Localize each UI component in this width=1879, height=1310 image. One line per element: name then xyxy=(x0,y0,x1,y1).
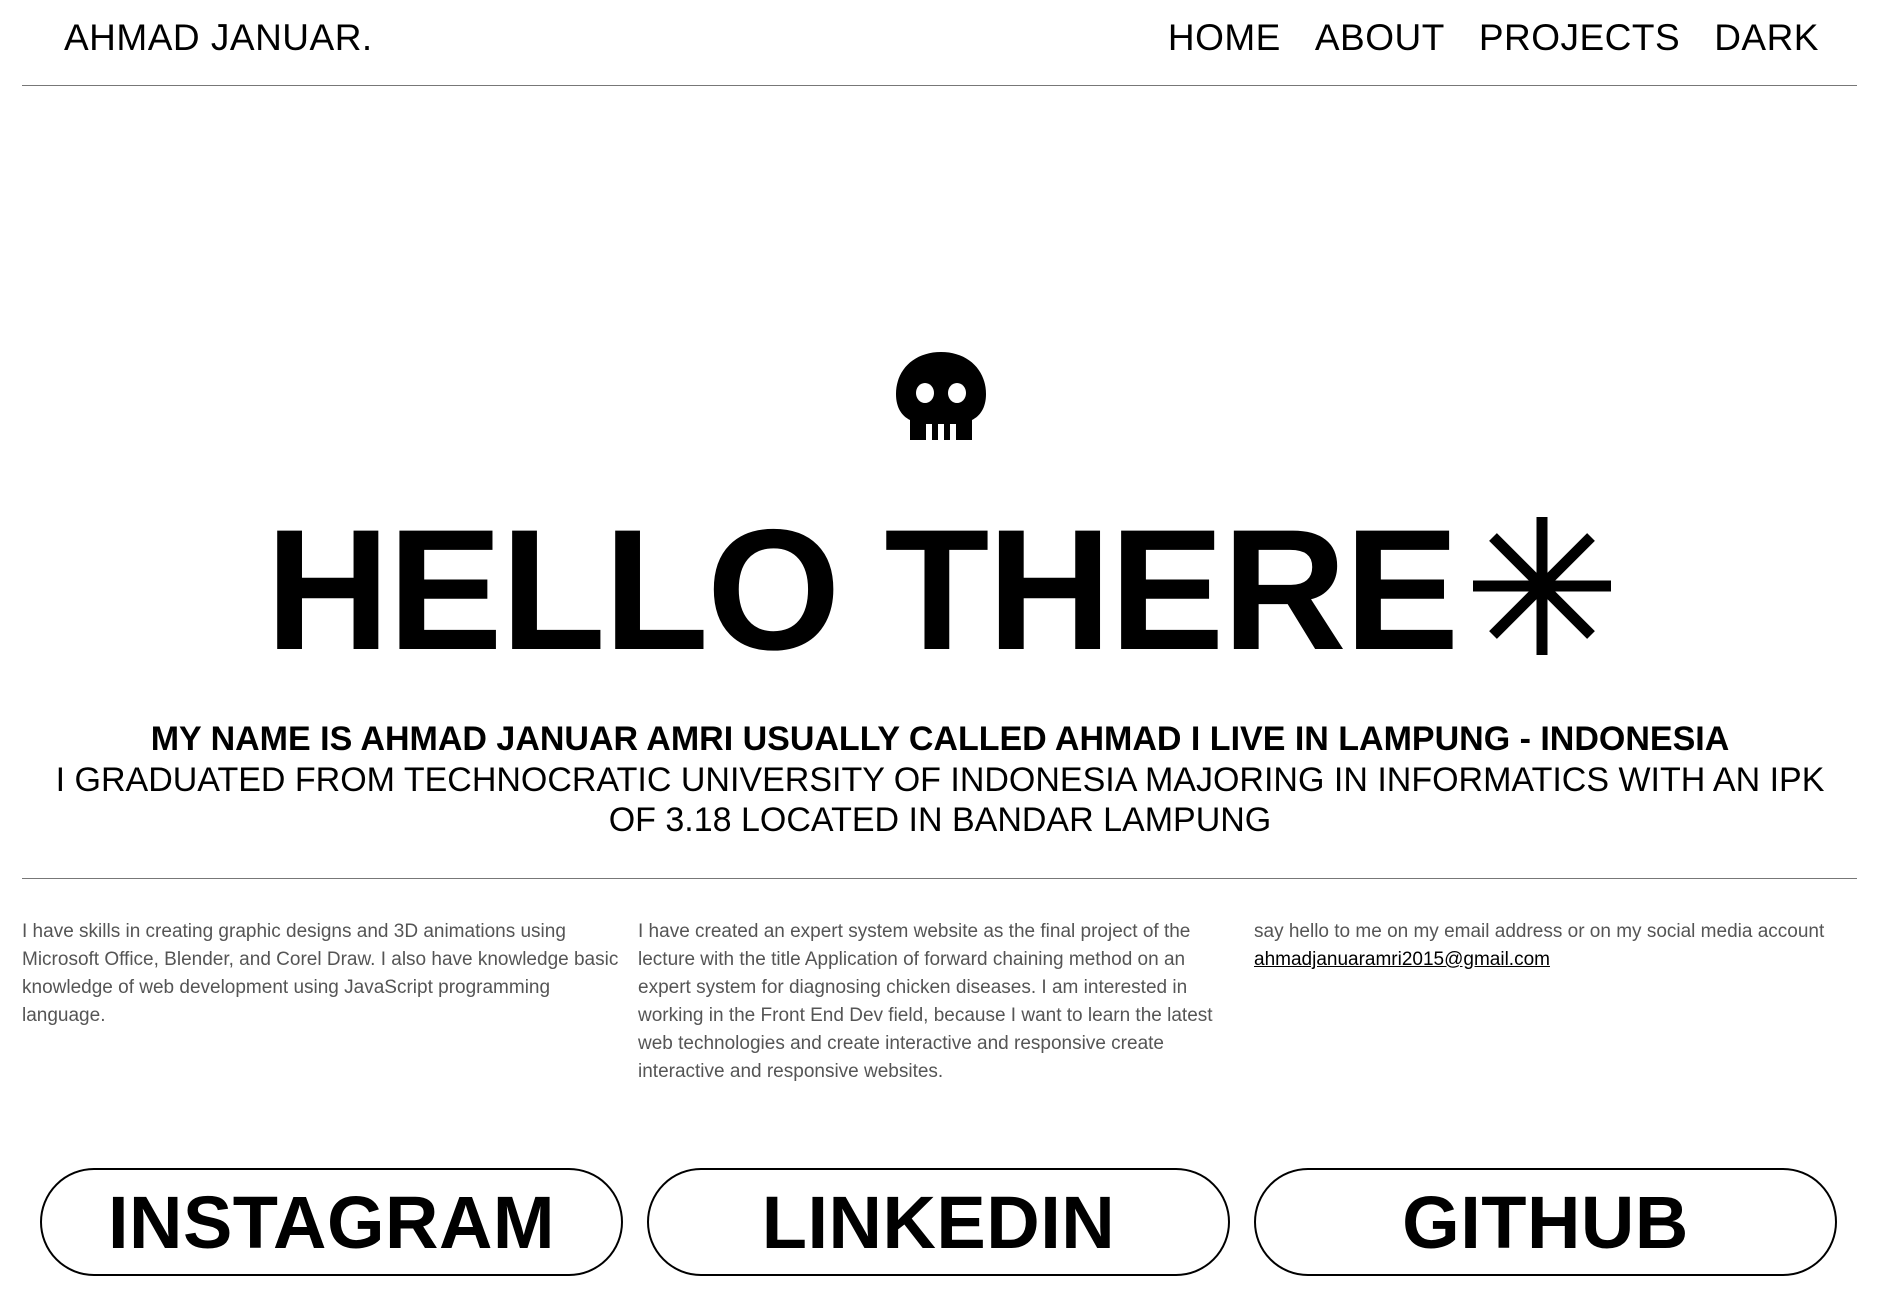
intro-name-line: MY NAME IS AHMAD JANUAR AMRI USUALLY CAL… xyxy=(150,720,1730,758)
brand-logo[interactable]: AHMAD JANUAR. xyxy=(64,17,373,59)
intro-education-line: I GRADUATED FROM TECHNOCRATIC UNIVERSITY… xyxy=(55,761,1825,839)
skills-paragraph: I have skills in creating graphic design… xyxy=(22,921,619,1026)
hero-title: HELLO THERE xyxy=(0,500,1879,680)
section-divider xyxy=(22,878,1857,879)
nav-projects-link[interactable]: PROJECTS xyxy=(1479,17,1680,59)
project-paragraph: I have created an expert system website … xyxy=(638,921,1213,1082)
github-button[interactable]: GITHUB xyxy=(1254,1168,1837,1276)
asterisk-icon xyxy=(1473,517,1612,655)
nav-about-link[interactable]: ABOUT xyxy=(1315,17,1445,59)
dark-mode-toggle[interactable]: DARK xyxy=(1714,17,1819,59)
nav-links: HOME ABOUT PROJECTS DARK xyxy=(1168,17,1819,59)
instagram-label: INSTAGRAM xyxy=(107,1180,556,1264)
contact-text: say hello to me on my email address or o… xyxy=(1254,921,1825,942)
hero-title-text: HELLO THERE xyxy=(265,494,1460,686)
skull-icon xyxy=(896,352,986,440)
email-link[interactable]: ahmadjanuaramri2015@gmail.com xyxy=(1254,949,1550,970)
nav-home-link[interactable]: HOME xyxy=(1168,17,1281,59)
github-label: GITHUB xyxy=(1402,1180,1689,1264)
intro-section: MY NAME IS AHMAD JANUAR AMRI USUALLY CAL… xyxy=(40,718,1840,840)
contact-paragraph: say hello to me on my email address or o… xyxy=(1254,918,1854,974)
linkedin-button[interactable]: LINKEDIN xyxy=(647,1168,1230,1276)
instagram-button[interactable]: INSTAGRAM xyxy=(40,1168,623,1276)
top-navbar: AHMAD JANUAR. HOME ABOUT PROJECTS DARK xyxy=(22,0,1857,86)
linkedin-label: LINKEDIN xyxy=(761,1180,1116,1264)
